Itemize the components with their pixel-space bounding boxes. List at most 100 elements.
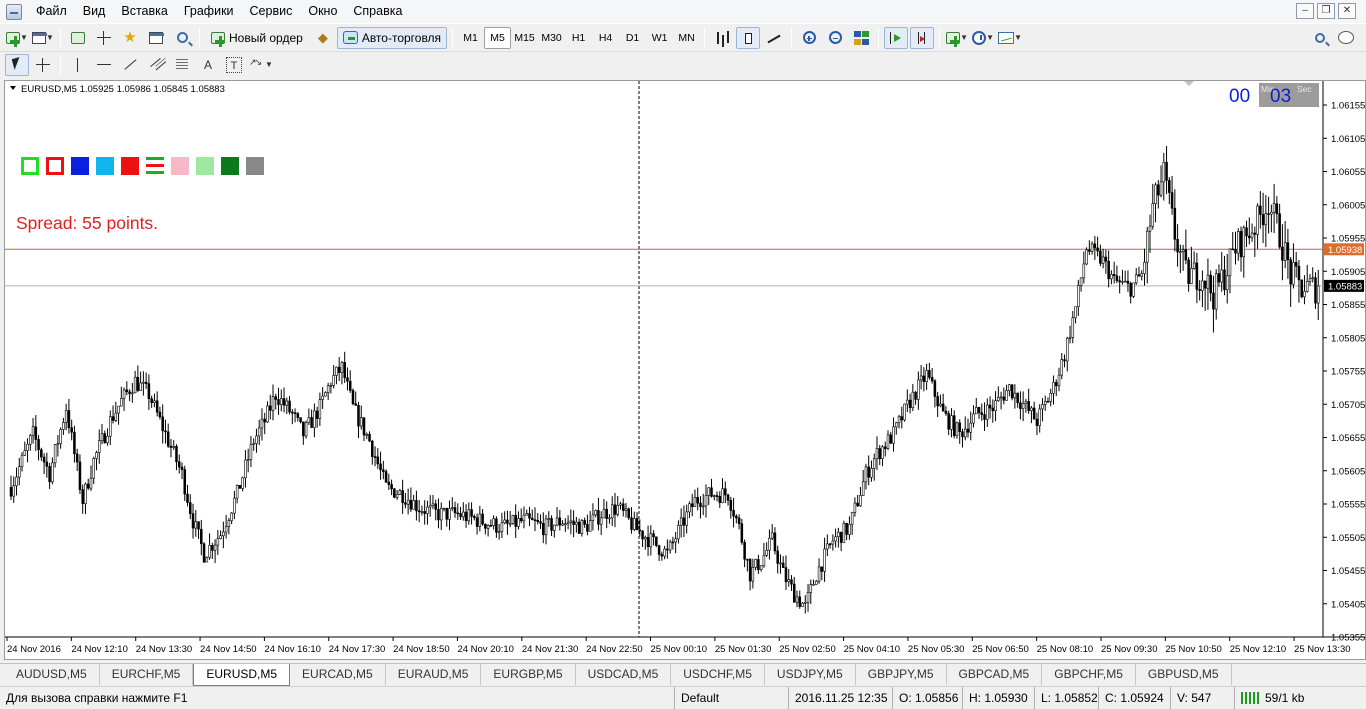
- bear-candle: [1112, 274, 1116, 277]
- minimize-button[interactable]: –: [1296, 3, 1314, 19]
- bull-candle: [12, 485, 16, 497]
- bear-candle: [387, 481, 391, 485]
- new-chart-button[interactable]: ▼: [5, 27, 29, 49]
- bear-candle: [983, 414, 986, 420]
- menu-file[interactable]: Файл: [28, 0, 75, 23]
- restore-button[interactable]: ❐: [1317, 3, 1335, 19]
- bear-candle: [583, 520, 586, 525]
- navigator-button[interactable]: ★: [118, 27, 142, 49]
- market-watch-button[interactable]: [66, 27, 90, 49]
- bull-candle: [1038, 408, 1041, 426]
- timeframe-m5-button[interactable]: M5: [484, 26, 512, 49]
- status-connection[interactable]: 59/1 kb: [1234, 686, 1366, 709]
- symbol-tab[interactable]: GBPCAD,M5: [947, 664, 1043, 685]
- bull-candle: [1101, 256, 1105, 264]
- profiles-button[interactable]: ▼: [31, 27, 55, 49]
- bear-candle: [1088, 249, 1091, 252]
- line-chart-button[interactable]: [762, 27, 786, 49]
- auto-scroll-button[interactable]: [884, 26, 909, 49]
- templates-button[interactable]: ▼: [997, 27, 1023, 49]
- vertical-line-button[interactable]: [66, 54, 90, 76]
- data-window-button[interactable]: [92, 27, 116, 49]
- text-label-button[interactable]: T: [222, 54, 246, 76]
- crosshair-button[interactable]: [31, 54, 55, 76]
- close-button[interactable]: ✕: [1338, 3, 1356, 19]
- menu-charts[interactable]: Графики: [176, 0, 242, 23]
- timeframe-m1-button[interactable]: M1: [457, 27, 484, 49]
- periods-button[interactable]: ▼: [971, 27, 995, 49]
- menu-view[interactable]: Вид: [75, 0, 114, 23]
- timeframe-d1-button[interactable]: D1: [619, 27, 646, 49]
- symbol-tab[interactable]: EURCAD,M5: [290, 664, 386, 685]
- search-button[interactable]: [1308, 27, 1332, 49]
- timeframe-h1-button[interactable]: H1: [565, 27, 592, 49]
- strategy-tester-button[interactable]: [170, 27, 194, 49]
- bear-candle: [1010, 384, 1014, 399]
- menu-tools[interactable]: Сервис: [242, 0, 301, 23]
- bear-candle: [291, 411, 294, 414]
- time-tick-label: 25 Nov 13:30: [1294, 644, 1351, 655]
- symbol-tab[interactable]: USDCAD,M5: [576, 664, 672, 685]
- bear-candle: [376, 456, 380, 465]
- timeframe-m30-button[interactable]: M30: [538, 27, 565, 49]
- cursor-icon: [9, 57, 25, 73]
- chart-window[interactable]: 1.06155 1.06105 1.06055 1.06005 1.05955 1.059…: [4, 80, 1366, 660]
- timeframe-w1-button[interactable]: W1: [646, 27, 673, 49]
- bull-candle: [561, 523, 564, 526]
- price-chart[interactable]: 1.061551.061051.060551.060051.059551.059…: [5, 81, 1365, 659]
- cursor-button[interactable]: [5, 53, 29, 76]
- timeframe-m15-button[interactable]: M15: [511, 27, 538, 49]
- bull-candle: [59, 429, 62, 444]
- symbol-tab[interactable]: GBPCHF,M5: [1042, 664, 1136, 685]
- candlesticks-button[interactable]: [736, 26, 761, 49]
- auto-trading-button[interactable]: Авто-торговля: [336, 26, 448, 49]
- bear-candle: [715, 495, 719, 497]
- tile-windows-icon: [853, 30, 869, 45]
- zoom-out-button[interactable]: [823, 27, 847, 49]
- fibonacci-button[interactable]: [170, 54, 194, 76]
- timeframe-mn-button[interactable]: MN: [673, 27, 700, 49]
- new-order-button[interactable]: Новый ордер: [205, 27, 309, 49]
- arrows-button[interactable]: ▼: [248, 54, 274, 76]
- menu-insert[interactable]: Вставка: [113, 0, 175, 23]
- symbol-tab[interactable]: EURAUD,M5: [386, 664, 482, 685]
- symbol-tab[interactable]: USDCHF,M5: [671, 664, 765, 685]
- horizontal-line-button[interactable]: [92, 54, 116, 76]
- text-button[interactable]: A: [196, 54, 220, 76]
- timer-minutes: 00: [1229, 86, 1250, 107]
- zoom-in-button[interactable]: [797, 27, 821, 49]
- timeframe-h4-button[interactable]: H4: [592, 27, 619, 49]
- bear-candle: [188, 502, 192, 514]
- bull-candle: [1041, 404, 1044, 410]
- trendline-button[interactable]: [118, 54, 142, 76]
- bear-candle: [9, 487, 13, 497]
- bull-candle: [685, 511, 688, 526]
- chat-button[interactable]: [1334, 27, 1358, 49]
- indicators-button[interactable]: ▼: [945, 27, 969, 49]
- symbol-tab[interactable]: GBPUSD,M5: [1136, 664, 1232, 685]
- terminal-button[interactable]: [144, 27, 168, 49]
- symbol-tab[interactable]: EURCHF,M5: [100, 664, 194, 685]
- bull-candle: [837, 531, 840, 538]
- symbol-tab[interactable]: EURGBP,M5: [481, 664, 576, 685]
- timer-sec-label: Sec: [1297, 84, 1312, 94]
- equidistant-channel-button[interactable]: [144, 54, 168, 76]
- bar-chart-button[interactable]: [710, 27, 734, 49]
- metaeditor-button[interactable]: ◆: [311, 27, 335, 49]
- tile-windows-button[interactable]: [849, 27, 873, 49]
- bull-candle: [335, 366, 338, 376]
- app-icon[interactable]: [6, 3, 22, 20]
- chart-shift-button[interactable]: [910, 26, 935, 49]
- toolbar-separator: [791, 27, 793, 48]
- menu-help[interactable]: Справка: [345, 0, 410, 23]
- symbol-tab[interactable]: USDJPY,M5: [765, 664, 856, 685]
- symbol-tab[interactable]: EURUSD,M5: [193, 664, 291, 686]
- symbol-tab[interactable]: AUDUSD,M5: [4, 664, 100, 685]
- bull-candle: [500, 522, 504, 533]
- bear-candle: [42, 456, 46, 463]
- status-profile[interactable]: Default: [674, 686, 788, 709]
- bull-candle: [224, 526, 228, 533]
- menu-window[interactable]: Окно: [300, 0, 345, 23]
- symbol-tab[interactable]: GBPJPY,M5: [856, 664, 947, 685]
- bull-candle: [917, 379, 920, 400]
